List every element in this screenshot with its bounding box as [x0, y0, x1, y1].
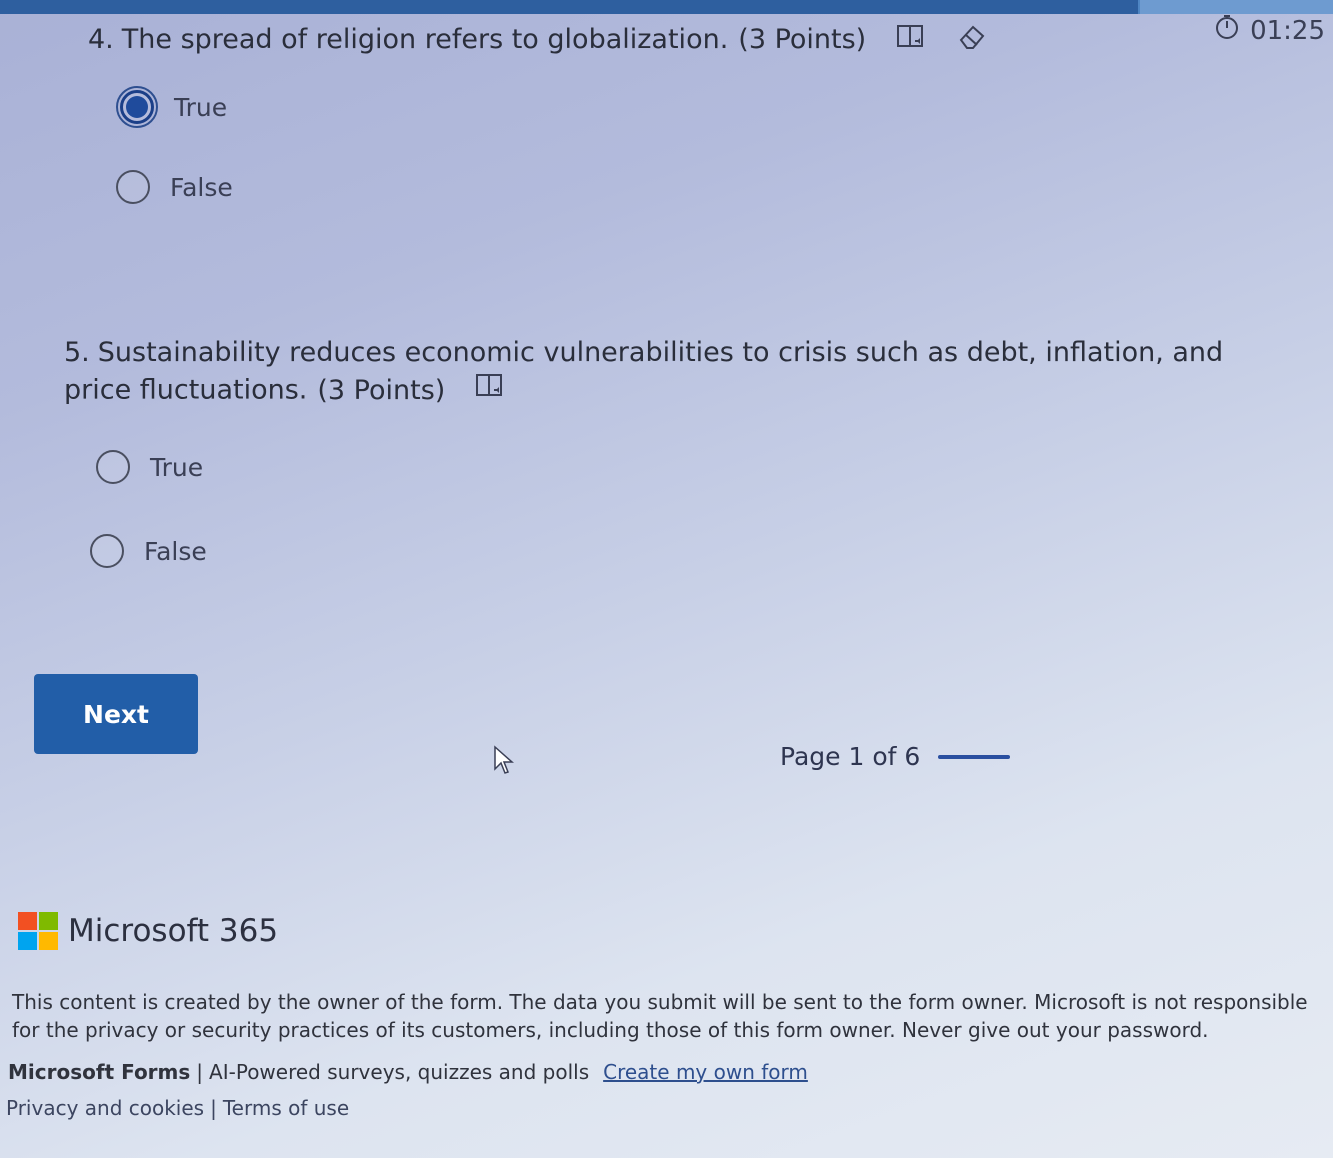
- question-5: 5. Sustainability reduces economic vulner…: [64, 335, 1294, 411]
- question-4: 4. The spread of religion refers to globa…: [88, 22, 987, 59]
- microsoft-logo-icon: [18, 912, 58, 950]
- stopwatch-icon: [1214, 14, 1240, 47]
- top-progress-track: [1140, 0, 1333, 14]
- option-label: True: [174, 92, 228, 122]
- microsoft-365-brand: Microsoft 365: [18, 912, 278, 950]
- immersive-reader-icon[interactable]: [895, 22, 927, 59]
- page-progress-bar: [938, 754, 1011, 759]
- page-indicator-text: Page 1 of 6: [780, 742, 921, 771]
- page-indicator: Page 1 of 6: [780, 742, 1011, 771]
- option-label: False: [144, 536, 207, 566]
- q4-option-false[interactable]: False: [116, 170, 233, 204]
- separator: |: [210, 1096, 217, 1120]
- question-number: 4.: [88, 24, 114, 55]
- timer-value: 01:25: [1250, 15, 1325, 46]
- next-button[interactable]: Next: [34, 674, 198, 754]
- timer: 01:25: [1214, 14, 1325, 47]
- separator: |: [196, 1060, 204, 1084]
- forms-tagline-line: Microsoft Forms | AI-Powered surveys, qu…: [8, 1060, 808, 1084]
- create-form-link[interactable]: Create my own form: [603, 1060, 808, 1084]
- eraser-icon[interactable]: [955, 22, 987, 59]
- question-text: Sustainability reduces economic vulnerab…: [64, 337, 1224, 406]
- question-points: (3 Points): [738, 24, 867, 55]
- terms-link[interactable]: Terms of use: [223, 1096, 349, 1120]
- q5-option-false[interactable]: False: [90, 534, 207, 568]
- option-label: True: [150, 452, 204, 482]
- forms-product-name: Microsoft Forms: [8, 1060, 191, 1084]
- top-progress-bar: [0, 0, 1333, 14]
- legal-links: Privacy and cookies | Terms of use: [6, 1096, 349, 1120]
- privacy-link[interactable]: Privacy and cookies: [6, 1096, 204, 1120]
- radio-button[interactable]: [96, 450, 130, 484]
- q5-option-true[interactable]: True: [96, 450, 203, 484]
- radio-button[interactable]: [116, 170, 150, 204]
- q4-option-true[interactable]: True: [116, 86, 228, 128]
- disclaimer-text: This content is created by the owner of …: [12, 990, 1308, 1042]
- top-progress-fill: [0, 0, 1138, 14]
- mouse-cursor-icon: [494, 745, 514, 774]
- immersive-reader-icon[interactable]: [474, 371, 506, 411]
- radio-button[interactable]: [90, 534, 124, 568]
- option-label: False: [170, 172, 233, 202]
- forms-tagline: AI-Powered surveys, quizzes and polls: [209, 1060, 590, 1084]
- radio-button-selected[interactable]: [116, 86, 158, 128]
- question-number: 5.: [64, 337, 90, 368]
- brand-name: Microsoft 365: [68, 913, 279, 949]
- question-text: The spread of religion refers to globali…: [121, 24, 729, 55]
- question-points: (3 Points): [317, 374, 446, 406]
